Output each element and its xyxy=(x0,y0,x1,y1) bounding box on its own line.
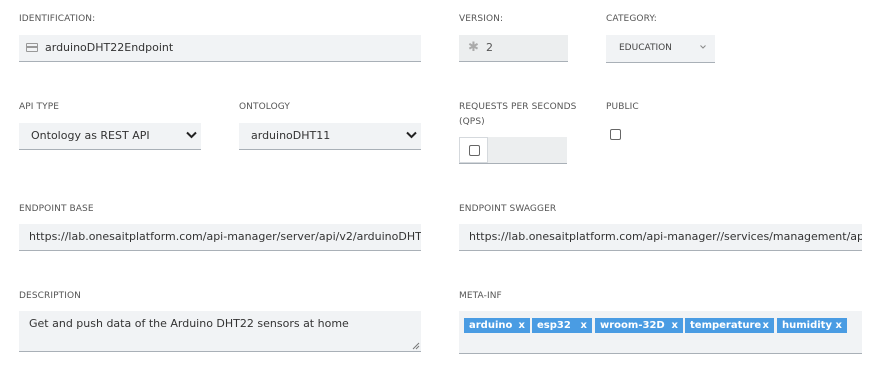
qps-checkbox[interactable] xyxy=(469,145,480,156)
public-checkbox[interactable] xyxy=(610,129,621,140)
tag-remove-button[interactable]: x xyxy=(763,318,769,333)
api-type-label: API TYPE xyxy=(19,102,60,112)
chevron-down-icon xyxy=(186,131,197,139)
tag-label: esp32 xyxy=(537,320,571,331)
resize-handle-icon[interactable] xyxy=(412,342,420,350)
category-value: EDUCATION xyxy=(619,43,672,53)
public-label: PUBLIC xyxy=(606,102,639,112)
api-type-select[interactable]: Ontology as REST API xyxy=(19,123,201,150)
meta-inf-tag: esp32 x xyxy=(532,318,592,333)
meta-inf-tag: humidity x xyxy=(777,318,847,333)
qps-label-line2: (QPS) xyxy=(459,117,485,127)
endpoint-swagger-label: ENDPOINT SWAGGER xyxy=(459,204,557,214)
tag-remove-button[interactable]: x xyxy=(581,318,587,333)
identification-label: IDENTIFICATION: xyxy=(19,14,96,24)
chevron-down-icon xyxy=(700,45,706,49)
api-type-value: Ontology as REST API xyxy=(31,129,150,142)
endpoint-base-label: ENDPOINT BASE xyxy=(19,204,94,214)
meta-inf-tag: wroom-32D x xyxy=(595,318,683,333)
asterisk-icon: ✱ xyxy=(468,40,479,55)
tag-remove-button[interactable]: x xyxy=(836,318,842,333)
chevron-down-icon xyxy=(406,131,417,139)
ontology-select[interactable]: arduinoDHT11 xyxy=(239,123,421,150)
endpoint-base-input[interactable]: https://lab.onesaitplatform.com/api-mana… xyxy=(19,224,421,251)
description-textarea[interactable]: Get and push data of the Arduino DHT22 s… xyxy=(19,311,421,352)
endpoint-swagger-input[interactable]: https://lab.onesaitplatform.com/api-mana… xyxy=(459,224,862,251)
qps-input-group xyxy=(459,137,567,164)
meta-inf-label: META-INF xyxy=(459,291,502,301)
qps-label: REQUESTS PER SECONDS (QPS) xyxy=(459,100,576,130)
qps-label-line1: REQUESTS PER SECONDS xyxy=(459,102,577,112)
version-input[interactable]: ✱ 2 xyxy=(459,35,568,62)
tag-label: temperature xyxy=(690,320,762,331)
version-value: 2 xyxy=(486,41,493,54)
tag-remove-button[interactable]: x xyxy=(672,318,678,333)
endpoint-base-value: https://lab.onesaitplatform.com/api-mana… xyxy=(29,230,421,243)
meta-inf-tag: temperature x xyxy=(685,318,774,333)
description-label: DESCRIPTION xyxy=(19,291,82,301)
category-select[interactable]: EDUCATION xyxy=(606,35,715,63)
tag-label: arduino xyxy=(469,320,513,331)
tag-label: wroom-32D xyxy=(600,320,665,331)
tag-remove-button[interactable]: x xyxy=(519,318,525,333)
identification-input[interactable]: arduinoDHT22Endpoint xyxy=(19,35,421,62)
category-label: CATEGORY: xyxy=(606,14,657,24)
ontology-value: arduinoDHT11 xyxy=(251,129,331,142)
version-label: VERSION: xyxy=(459,14,504,24)
tag-label: humidity xyxy=(782,320,832,331)
identification-value: arduinoDHT22Endpoint xyxy=(45,41,174,54)
description-value: Get and push data of the Arduino DHT22 s… xyxy=(29,317,349,330)
credit-card-icon xyxy=(26,43,38,52)
meta-inf-tag: arduino x xyxy=(464,318,530,333)
endpoint-swagger-value: https://lab.onesaitplatform.com/api-mana… xyxy=(469,230,862,243)
qps-input[interactable] xyxy=(489,137,567,163)
ontology-label: ONTOLOGY xyxy=(239,102,290,112)
